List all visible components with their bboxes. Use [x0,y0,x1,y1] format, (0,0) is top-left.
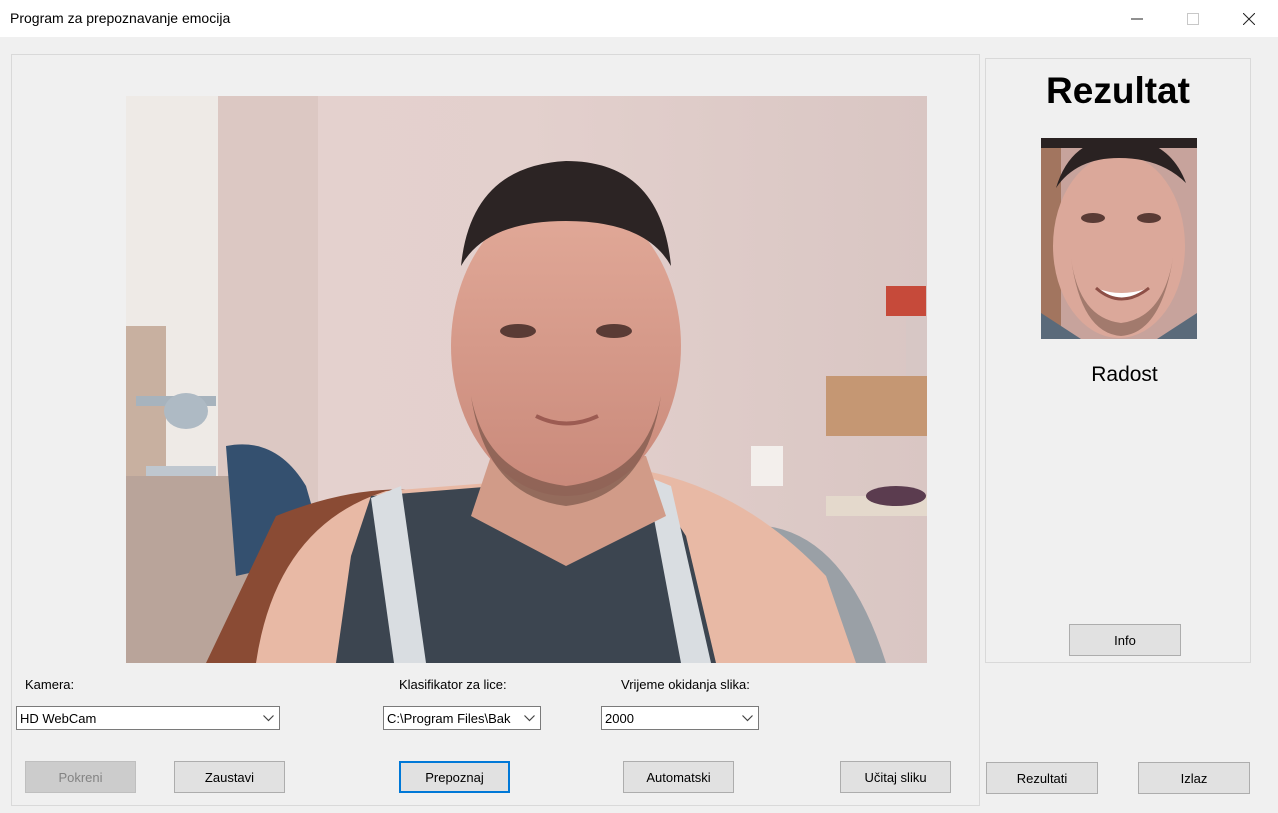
window-title: Program za prepoznavanje emocija [10,10,231,26]
load-image-button[interactable]: Učitaj sliku [840,761,951,793]
exit-button[interactable]: Izlaz [1138,762,1250,794]
chevron-down-icon [257,707,279,729]
title-bar: Program za prepoznavanje emocija [0,0,1278,37]
result-title: Rezultat [1046,70,1190,111]
face-crop-image [1041,138,1197,339]
camera-select[interactable]: HD WebCam [16,706,280,730]
capture-time-select[interactable]: 2000 [601,706,759,730]
classifier-select-value: C:\Program Files\Bak [387,711,511,726]
chevron-down-icon [518,707,540,729]
capture-time-label: Vrijeme okidanja slika: [621,677,750,692]
capture-time-select-value: 2000 [605,711,634,726]
maximize-icon [1187,12,1199,25]
close-button[interactable] [1221,0,1277,37]
close-icon [1243,12,1255,25]
stop-button[interactable]: Zaustavi [174,761,285,793]
minimize-button[interactable] [1109,0,1165,37]
camera-select-value: HD WebCam [20,711,97,726]
maximize-button [1165,0,1221,37]
classifier-label: Klasifikator za lice: [399,677,507,692]
minimize-icon [1131,18,1143,19]
automatic-button[interactable]: Automatski [623,761,734,793]
emotion-result: Radost [1091,363,1158,386]
classifier-select[interactable]: C:\Program Files\Bak [383,706,541,730]
start-button[interactable]: Pokreni [25,761,136,793]
camera-feed-image [126,96,927,663]
camera-label: Kamera: [25,677,75,692]
recognize-button[interactable]: Prepoznaj [399,761,510,793]
chevron-down-icon [736,707,758,729]
results-button[interactable]: Rezultati [986,762,1098,794]
info-button[interactable]: Info [1069,624,1181,656]
